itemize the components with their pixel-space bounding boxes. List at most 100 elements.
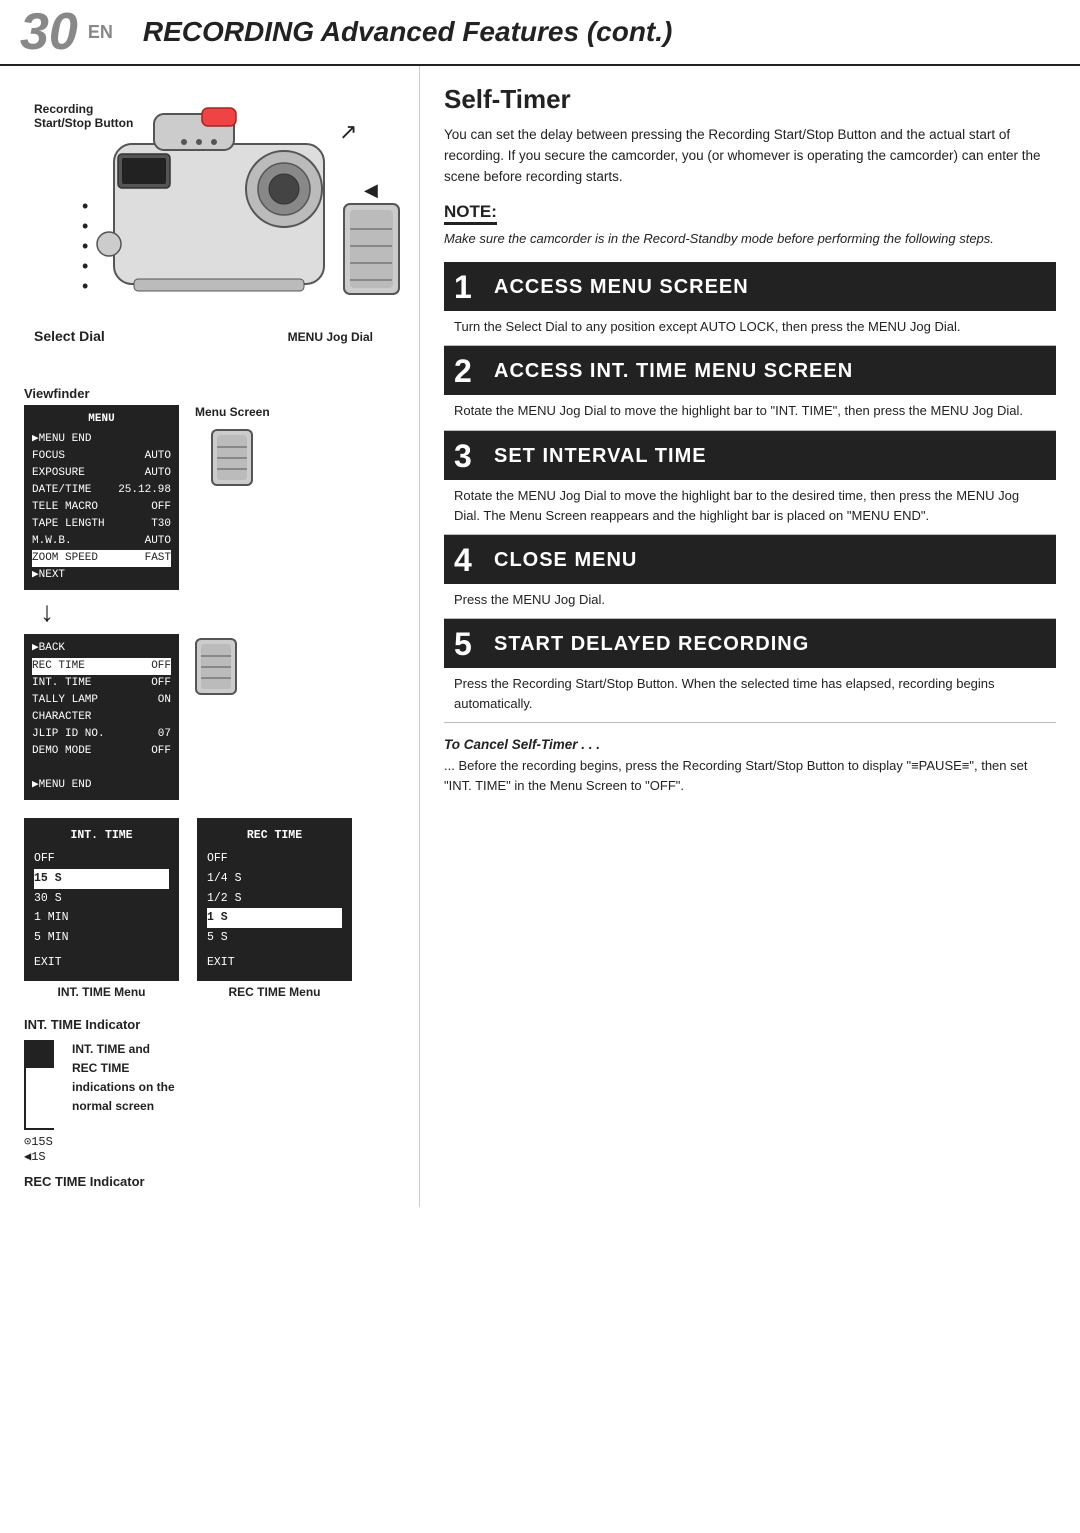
int-time-rec-label: INT. TIME and REC TIME indications on th…: [72, 1040, 175, 1117]
int-time-exit: EXIT: [34, 953, 169, 973]
indicator-bar: [24, 1040, 54, 1130]
int-time-menu-box: INT. TIME OFF 15 S 30 S 1 MIN 5 MIN EXIT: [24, 818, 179, 981]
menu2-row-8: ▶MENU END: [32, 777, 171, 794]
to-cancel-text: ... Before the recording begins, press t…: [444, 756, 1056, 796]
step-3-body: Rotate the MENU Jog Dial to move the hig…: [444, 480, 1056, 535]
note-label: NOTE:: [444, 202, 497, 225]
svg-text:•: •: [82, 216, 88, 236]
rec-time-exit: EXIT: [207, 953, 342, 973]
step-3-block: 3 SET INTERVAL TIME Rotate the MENU Jog …: [444, 431, 1056, 535]
step-5-body: Press the Recording Start/Stop Button. W…: [444, 668, 1056, 723]
left-column: Recording Start/Stop Button: [0, 66, 420, 1207]
int-time-menu-block: INT. TIME OFF 15 S 30 S 1 MIN 5 MIN EXIT…: [24, 818, 179, 999]
step-2-body: Rotate the MENU Jog Dial to move the hig…: [444, 395, 1056, 430]
menu2-row-2: INT. TIMEOFF: [32, 675, 171, 692]
svg-text:•: •: [82, 196, 88, 216]
arrow-down: ↓: [40, 596, 403, 628]
title-rest: Advanced Features (cont.): [314, 16, 672, 47]
viewfinder-label: Viewfinder: [24, 386, 403, 401]
camera-diagram: Recording Start/Stop Button: [24, 84, 403, 374]
rec-time-off: OFF: [207, 849, 342, 869]
right-column: Self-Timer You can set the delay between…: [420, 66, 1080, 1207]
step-2-title: ACCESS INT. TIME MENU SCREEN: [494, 360, 853, 383]
second-menu-area: ▶BACK REC TIMEOFF INT. TIMEOFF TALLY LAM…: [24, 634, 403, 799]
indicator-val-1: ⊙15S: [24, 1134, 53, 1149]
to-cancel-section: To Cancel Self-Timer . . . ... Before th…: [444, 737, 1056, 796]
rec-time-1/4s: 1/4 S: [207, 869, 342, 889]
menu1-row-8: ▶NEXT: [32, 567, 171, 584]
menu1-row-2: EXPOSUREAUTO: [32, 465, 171, 482]
note-section: NOTE: Make sure the camcorder is in the …: [444, 202, 1056, 249]
int-time-1min: 1 MIN: [34, 908, 169, 928]
menu2-row-5: JLIP ID NO.07: [32, 726, 171, 743]
self-timer-title: Self-Timer: [444, 84, 1056, 115]
menu1-header: MENU: [32, 411, 171, 428]
menu2-row-4: CHARACTER: [32, 709, 171, 726]
step-3-header: 3 SET INTERVAL TIME: [444, 433, 1056, 480]
rec-time-indicator-label: REC TIME Indicator: [24, 1174, 403, 1189]
rec-time-caption: REC TIME Menu: [197, 985, 352, 999]
step-2-number: 2: [454, 353, 484, 390]
menu-screen-row: MENU ▶MENU END FOCUSAUTO EXPOSUREAUTO DA…: [24, 405, 403, 590]
menu1-row-7: ZOOM SPEEDFAST: [32, 550, 171, 567]
camera-illustration: • • • • • ↗ ◀: [54, 84, 414, 354]
step-1-number: 1: [454, 269, 484, 306]
viewfinder-section: Viewfinder MENU ▶MENU END FOCUSAUTO EXPO…: [24, 386, 403, 800]
menu-jog-dial-label: MENU Jog Dial: [288, 330, 373, 344]
step-1-header: 1 ACCESS MENU SCREEN: [444, 264, 1056, 311]
menu-box-2: ▶BACK REC TIMEOFF INT. TIMEOFF TALLY LAM…: [24, 634, 179, 799]
step-5-header: 5 START DELAYED RECORDING: [444, 621, 1056, 668]
menu-box-1: MENU ▶MENU END FOCUSAUTO EXPOSUREAUTO DA…: [24, 405, 179, 590]
note-text: Make sure the camcorder is in the Record…: [444, 229, 1056, 249]
step-5-number: 5: [454, 626, 484, 663]
rec-time-5s: 5 S: [207, 928, 342, 948]
title-recording: RECORDING: [143, 16, 314, 47]
step-4-block: 4 CLOSE MENU Press the MENU Jog Dial.: [444, 535, 1056, 619]
menu2-row-0: ▶BACK: [32, 640, 171, 657]
menu1-row-0: ▶MENU END: [32, 431, 171, 448]
menu2-row-1: REC TIMEOFF: [32, 658, 171, 675]
steps-container: 1 ACCESS MENU SCREEN Turn the Select Dia…: [444, 262, 1056, 723]
rec-time-menu-box: REC TIME OFF 1/4 S 1/2 S 1 S 5 S EXIT: [197, 818, 352, 981]
menu1-row-4: TELE MACROOFF: [32, 499, 171, 516]
rec-time-menu-block: REC TIME OFF 1/4 S 1/2 S 1 S 5 S EXIT RE…: [197, 818, 352, 999]
int-time-off: OFF: [34, 849, 169, 869]
int-time-5min: 5 MIN: [34, 928, 169, 948]
step-4-title: CLOSE MENU: [494, 549, 637, 572]
step-3-number: 3: [454, 438, 484, 475]
svg-text:•: •: [82, 276, 88, 296]
step-4-number: 4: [454, 542, 484, 579]
int-time-15s: 15 S: [34, 869, 169, 889]
step-2-header: 2 ACCESS INT. TIME MENU SCREEN: [444, 348, 1056, 395]
to-cancel-title: To Cancel Self-Timer . . .: [444, 737, 1056, 752]
step-1-block: 1 ACCESS MENU SCREEN Turn the Select Dia…: [444, 262, 1056, 346]
menu2-row-7: [32, 760, 171, 777]
menu-screen-right: Menu Screen: [195, 405, 270, 490]
step-5-title: START DELAYED RECORDING: [494, 633, 809, 656]
step-1-title: ACCESS MENU SCREEN: [494, 276, 749, 299]
jog-dial-2: [191, 634, 241, 699]
page-title: RECORDING Advanced Features (cont.): [143, 16, 673, 48]
menu1-row-3: DATE/TIME25.12.98: [32, 482, 171, 499]
rec-time-1s: 1 S: [207, 908, 342, 928]
small-jog-dial: [207, 425, 257, 490]
int-time-30s: 30 S: [34, 889, 169, 909]
rec-time-header: REC TIME: [207, 826, 342, 846]
svg-text:•: •: [82, 256, 88, 276]
int-time-caption: INT. TIME Menu: [24, 985, 179, 999]
indicator-fill: [26, 1042, 54, 1068]
svg-text:↗: ↗: [339, 119, 357, 144]
indicator-area: ⊙15S ◀1S INT. TIME and REC TIME indicati…: [24, 1040, 403, 1164]
int-time-header: INT. TIME: [34, 826, 169, 846]
menu1-row-1: FOCUSAUTO: [32, 448, 171, 465]
self-timer-description: You can set the delay between pressing t…: [444, 125, 1056, 188]
select-dial-label: Select Dial: [34, 328, 105, 344]
indicator-section: INT. TIME Indicator ⊙15S ◀1S INT. TIME a…: [24, 1017, 403, 1189]
page-suffix: EN: [88, 22, 113, 43]
menu-screen-label: Menu Screen: [195, 405, 270, 419]
page-header: 30 EN RECORDING Advanced Features (cont.…: [0, 0, 1080, 66]
svg-text:•: •: [82, 236, 88, 256]
int-time-indicator-title: INT. TIME Indicator: [24, 1017, 403, 1032]
step-1-body: Turn the Select Dial to any position exc…: [444, 311, 1056, 346]
svg-text:◀: ◀: [364, 180, 378, 200]
